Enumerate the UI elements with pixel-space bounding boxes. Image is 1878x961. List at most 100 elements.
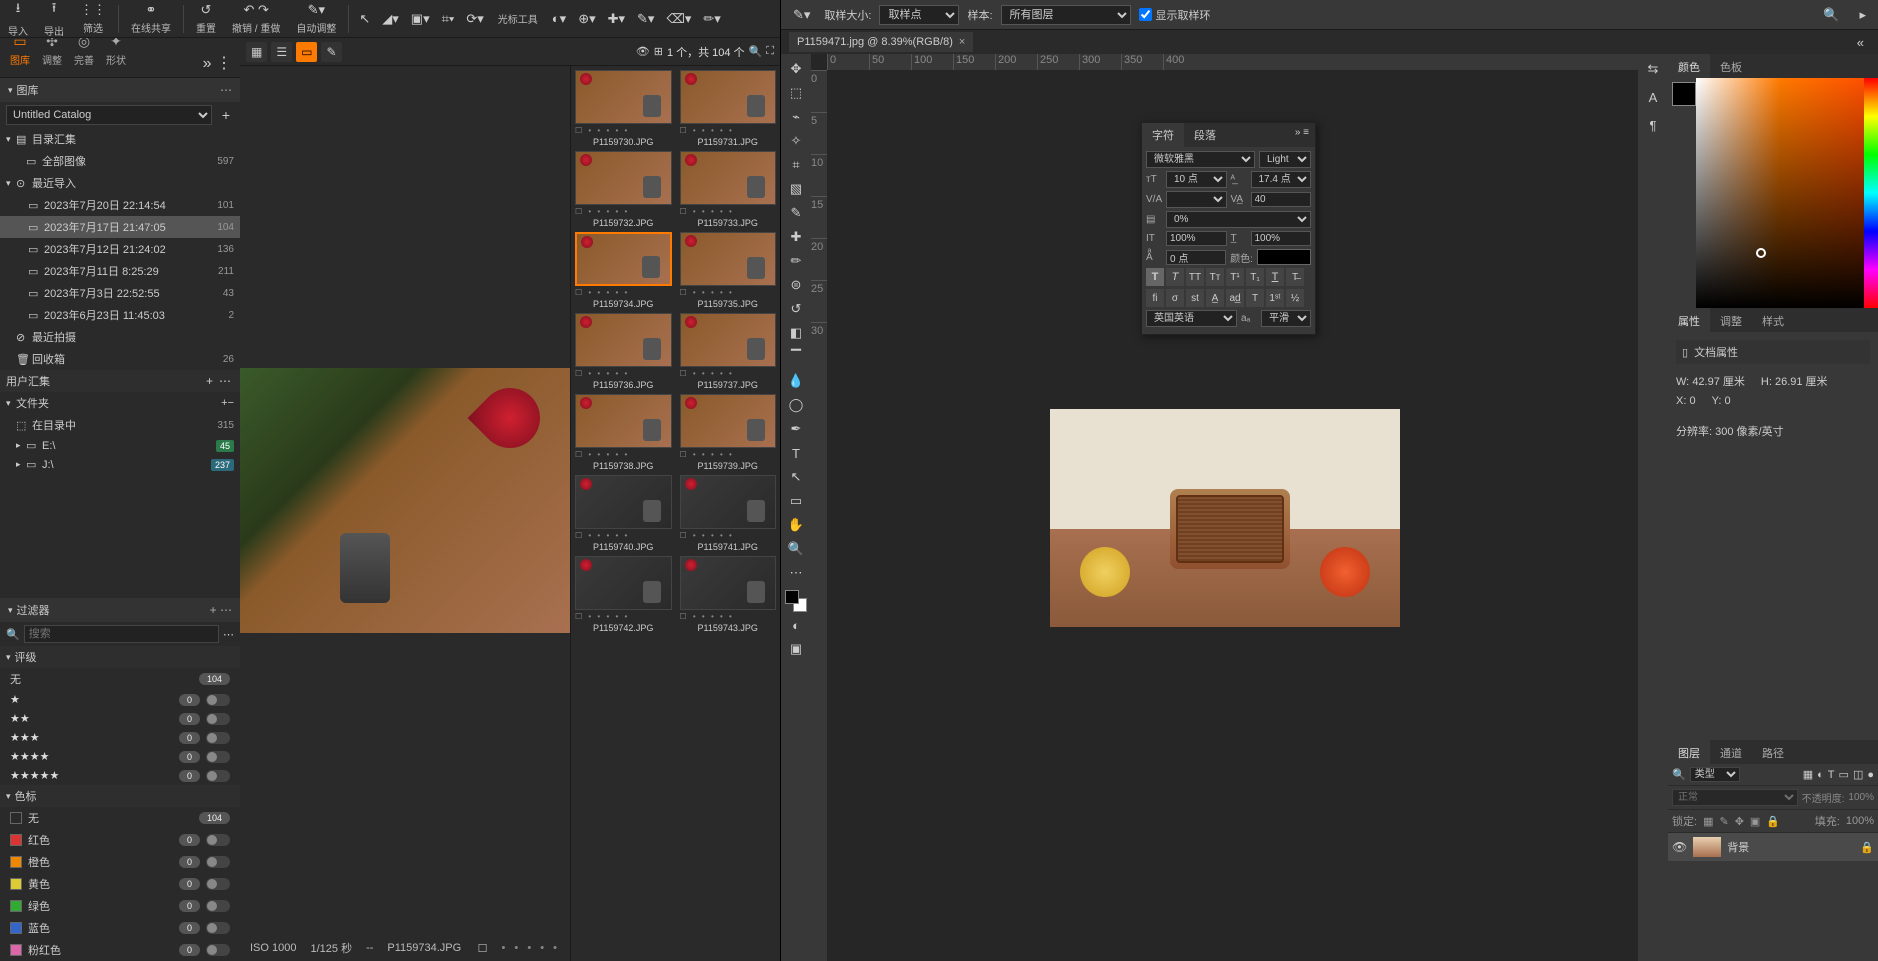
crop-tool-icon[interactable]: ⌗▾	[436, 7, 461, 31]
kerning-select[interactable]	[1166, 191, 1227, 208]
zoom-tool-icon[interactable]: 🔍	[784, 538, 808, 560]
type-panel-icon[interactable]: A	[1642, 86, 1664, 108]
channels-tab[interactable]: 通道	[1710, 740, 1752, 764]
pen-tool-icon[interactable]: ✒	[784, 418, 808, 440]
color-row[interactable]: 黄色0	[0, 873, 240, 895]
thumbnail[interactable]: ☐ • • • • •P1159733.JPG	[680, 151, 777, 228]
search-icon[interactable]: 🔍	[1817, 3, 1845, 27]
eyedropper-icon[interactable]: ✎▾	[787, 3, 816, 27]
panel-collapse-icon[interactable]: «	[1851, 31, 1870, 54]
library-panel-header[interactable]: ▾图库⋯	[0, 78, 240, 102]
stamp-tool-icon[interactable]: ⊜	[784, 274, 808, 296]
eyedropper-tool-icon[interactable]: ✎	[784, 202, 808, 224]
close-tab-icon[interactable]: ×	[959, 36, 965, 48]
thumbnail[interactable]: ☐ • • • • •P1159741.JPG	[680, 475, 777, 552]
color-row[interactable]: 绿色0	[0, 895, 240, 917]
erase-tool-icon[interactable]: ⌫▾	[660, 7, 697, 31]
eraser-tool-icon[interactable]: ◧	[784, 322, 808, 344]
font-family-select[interactable]: 微软雅黑	[1146, 151, 1255, 168]
filter-icon[interactable]: 🔍	[1672, 768, 1686, 781]
tree-recent-shot[interactable]: ⊘最近拍摄	[0, 326, 240, 348]
edit-toolbar-icon[interactable]: ⋯	[784, 562, 808, 584]
tree-drive[interactable]: ▸▭J:\237	[0, 455, 240, 474]
draw-tool-icon[interactable]: ✏▾	[697, 7, 726, 31]
thumbnail[interactable]: ☐ • • • • •P1159736.JPG	[575, 313, 672, 390]
color-field[interactable]	[1696, 78, 1864, 308]
tree-trash[interactable]: 🗑回收箱26	[0, 348, 240, 370]
font-weight-select[interactable]: Light	[1259, 151, 1311, 168]
search-menu-icon[interactable]: ⋯	[223, 628, 234, 641]
hue-slider[interactable]	[1864, 78, 1878, 308]
mask-tool-icon[interactable]: ◐▾	[546, 7, 572, 31]
adjustments-tab[interactable]: 调整	[1710, 308, 1752, 332]
rating-row[interactable]: 无104	[0, 668, 240, 690]
lock-artboard-icon[interactable]: ▣	[1750, 815, 1760, 828]
paths-tab[interactable]: 路径	[1752, 740, 1794, 764]
swap-panel-icon[interactable]: ⇆	[1642, 58, 1664, 80]
layer-name[interactable]: 背景	[1727, 839, 1749, 855]
filter-button[interactable]: ⋮⋮筛选	[72, 1, 114, 37]
catalog-select[interactable]: Untitled Catalog	[6, 105, 212, 125]
search-input[interactable]	[24, 625, 219, 643]
tree-session[interactable]: ▭2023年7月20日 22:14:54101	[0, 194, 240, 216]
thumbnail[interactable]: ☐ • • • • •P1159739.JPG	[680, 394, 777, 471]
undo-redo-button[interactable]: ↶ ↷撤销 / 重做	[224, 1, 288, 37]
titling-button[interactable]: A̲	[1206, 289, 1224, 307]
thumbnail[interactable]: ☐ • • • • •P1159734.JPG	[575, 232, 672, 309]
fraction-button[interactable]: ½	[1286, 289, 1304, 307]
thumbnail[interactable]: ☐ • • • • •P1159737.JPG	[680, 313, 777, 390]
view-grid-icon[interactable]: ▦	[246, 42, 267, 62]
rating-row[interactable]: ★0	[0, 690, 240, 709]
leading-select[interactable]: 17.4 点	[1251, 171, 1312, 188]
tree-folders[interactable]: ▾文件夹+−	[0, 392, 240, 414]
marquee-tool-icon[interactable]: ⬚	[784, 82, 808, 104]
para-panel-icon[interactable]: ¶	[1642, 114, 1664, 136]
crop-tool-icon[interactable]: ⌗	[784, 154, 808, 176]
zoom-icon[interactable]: 🔍	[749, 45, 763, 58]
rating-header[interactable]: ▾评级	[0, 646, 240, 668]
color-row[interactable]: 橙色0	[0, 851, 240, 873]
overlay-tool-icon[interactable]: ▣▾	[405, 7, 436, 31]
filter-smart-icon[interactable]: ◫	[1853, 768, 1863, 781]
import-button[interactable]: ⭳导入	[0, 1, 36, 37]
thumbnail[interactable]: ☐ • • • • •P1159740.JPG	[575, 475, 672, 552]
heal-tool-icon[interactable]: ✚▾	[602, 7, 631, 31]
thumbnail[interactable]: ☐ • • • • •P1159730.JPG	[575, 70, 672, 147]
screenmode-icon[interactable]: ▣	[784, 638, 808, 660]
tree-in-catalog[interactable]: ⬚在目录中315	[0, 414, 240, 436]
color-row[interactable]: 粉红色0	[0, 939, 240, 961]
bold-button[interactable]: T	[1146, 268, 1164, 286]
strikethrough-button[interactable]: T̶	[1286, 268, 1304, 286]
add-catalog-button[interactable]: +	[218, 107, 234, 123]
filter-shape-icon[interactable]: ▭	[1839, 768, 1849, 781]
tree-recent-import[interactable]: ▾⊙最近导入	[0, 172, 240, 194]
sample-size-select[interactable]: 取样点	[879, 5, 959, 25]
share-button[interactable]: ⚭在线共享	[123, 1, 179, 37]
lock-pixels-icon[interactable]: ▦	[1703, 815, 1713, 828]
visibility-icon[interactable]: 👁	[636, 45, 650, 58]
auto-adjust-button[interactable]: ✎▾自动调整	[288, 1, 344, 37]
filter-adjust-icon[interactable]: ◐	[1817, 769, 1824, 781]
thumbnail[interactable]: ☐ • • • • •P1159732.JPG	[575, 151, 672, 228]
panel-menu-icon[interactable]: ⋯	[220, 83, 232, 97]
brush-tool-icon[interactable]: ✎▾	[631, 7, 660, 31]
rating-row[interactable]: ★★★0	[0, 728, 240, 747]
thumbnail[interactable]: ☐ • • • • •P1159735.JPG	[680, 232, 777, 309]
color-row[interactable]: 红色0	[0, 829, 240, 851]
ordinal2-button[interactable]: 1ˢᵗ	[1266, 289, 1284, 307]
rotate-tool-icon[interactable]: ⟳▾	[460, 7, 489, 31]
lock-all-icon[interactable]: 🔒	[1766, 815, 1780, 828]
visibility-icon[interactable]: 👁	[1672, 840, 1687, 854]
document-tab[interactable]: P1159471.jpg @ 8.39%(RGB/8)×	[789, 32, 973, 52]
tab-adjust[interactable]: ✣调整	[36, 38, 68, 77]
frame-tool-icon[interactable]: ▧	[784, 178, 808, 200]
type-tool-icon[interactable]: T	[784, 442, 808, 464]
quickmask-icon[interactable]: ◐	[784, 614, 808, 636]
brush-tool-icon[interactable]: ✏	[784, 250, 808, 272]
filter-panel-header[interactable]: ▾过滤器+ ⋯	[0, 598, 240, 622]
panel-menu-icon[interactable]: » ≡	[1289, 123, 1315, 147]
thumbnail-strip[interactable]: ☐ • • • • •P1159730.JPG☐ • • • • •P11597…	[570, 66, 780, 961]
color-row[interactable]: 蓝色0	[0, 917, 240, 939]
tree-session[interactable]: ▭2023年6月23日 11:45:032	[0, 304, 240, 326]
oldstyle-button[interactable]: σ	[1166, 289, 1184, 307]
